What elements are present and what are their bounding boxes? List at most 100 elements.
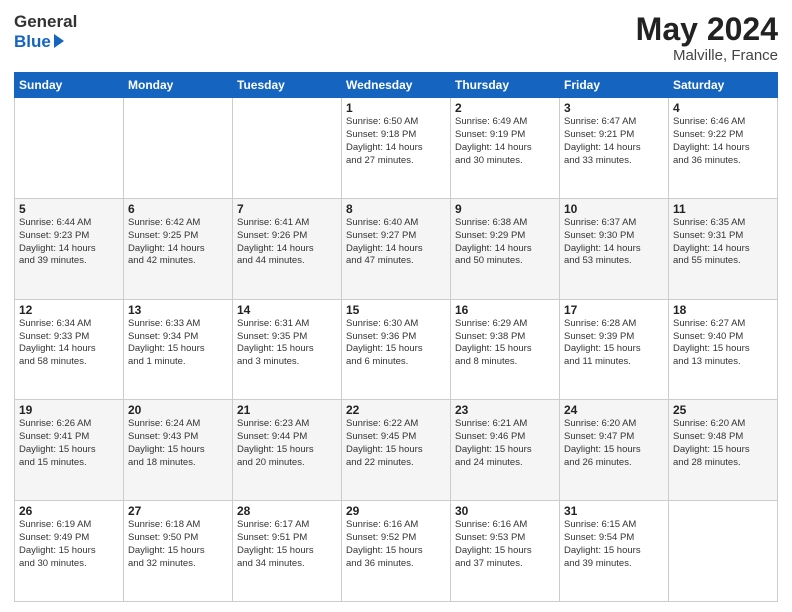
logo-blue: Blue <box>14 32 51 52</box>
day-info: Sunrise: 6:46 AM Sunset: 9:22 PM Dayligh… <box>673 116 773 167</box>
day-number: 3 <box>564 101 664 115</box>
calendar-cell <box>15 98 124 199</box>
day-info: Sunrise: 6:40 AM Sunset: 9:27 PM Dayligh… <box>346 217 446 268</box>
day-info: Sunrise: 6:16 AM Sunset: 9:52 PM Dayligh… <box>346 519 446 570</box>
calendar-cell: 13Sunrise: 6:33 AM Sunset: 9:34 PM Dayli… <box>124 299 233 400</box>
day-info: Sunrise: 6:38 AM Sunset: 9:29 PM Dayligh… <box>455 217 555 268</box>
logo: General Blue <box>14 12 77 51</box>
calendar-cell: 11Sunrise: 6:35 AM Sunset: 9:31 PM Dayli… <box>669 198 778 299</box>
day-number: 13 <box>128 303 228 317</box>
day-info: Sunrise: 6:50 AM Sunset: 9:18 PM Dayligh… <box>346 116 446 167</box>
calendar-body: 1Sunrise: 6:50 AM Sunset: 9:18 PM Daylig… <box>15 98 778 602</box>
page: General Blue May 2024 Malville, France S… <box>0 0 792 612</box>
calendar-cell: 2Sunrise: 6:49 AM Sunset: 9:19 PM Daylig… <box>451 98 560 199</box>
day-info: Sunrise: 6:27 AM Sunset: 9:40 PM Dayligh… <box>673 318 773 369</box>
day-number: 6 <box>128 202 228 216</box>
calendar-cell: 28Sunrise: 6:17 AM Sunset: 9:51 PM Dayli… <box>233 501 342 602</box>
day-number: 5 <box>19 202 119 216</box>
calendar-cell: 14Sunrise: 6:31 AM Sunset: 9:35 PM Dayli… <box>233 299 342 400</box>
day-info: Sunrise: 6:23 AM Sunset: 9:44 PM Dayligh… <box>237 418 337 469</box>
calendar-week-3: 12Sunrise: 6:34 AM Sunset: 9:33 PM Dayli… <box>15 299 778 400</box>
day-number: 31 <box>564 504 664 518</box>
day-number: 24 <box>564 403 664 417</box>
calendar-cell: 29Sunrise: 6:16 AM Sunset: 9:52 PM Dayli… <box>342 501 451 602</box>
calendar-cell: 30Sunrise: 6:16 AM Sunset: 9:53 PM Dayli… <box>451 501 560 602</box>
day-number: 16 <box>455 303 555 317</box>
day-number: 18 <box>673 303 773 317</box>
calendar-cell: 6Sunrise: 6:42 AM Sunset: 9:25 PM Daylig… <box>124 198 233 299</box>
calendar-cell: 26Sunrise: 6:19 AM Sunset: 9:49 PM Dayli… <box>15 501 124 602</box>
day-number: 4 <box>673 101 773 115</box>
calendar-cell: 1Sunrise: 6:50 AM Sunset: 9:18 PM Daylig… <box>342 98 451 199</box>
day-info: Sunrise: 6:33 AM Sunset: 9:34 PM Dayligh… <box>128 318 228 369</box>
calendar-cell: 20Sunrise: 6:24 AM Sunset: 9:43 PM Dayli… <box>124 400 233 501</box>
weekday-header-friday: Friday <box>560 73 669 98</box>
day-number: 8 <box>346 202 446 216</box>
calendar-cell: 15Sunrise: 6:30 AM Sunset: 9:36 PM Dayli… <box>342 299 451 400</box>
day-number: 14 <box>237 303 337 317</box>
day-number: 1 <box>346 101 446 115</box>
day-info: Sunrise: 6:24 AM Sunset: 9:43 PM Dayligh… <box>128 418 228 469</box>
day-info: Sunrise: 6:42 AM Sunset: 9:25 PM Dayligh… <box>128 217 228 268</box>
day-info: Sunrise: 6:19 AM Sunset: 9:49 PM Dayligh… <box>19 519 119 570</box>
weekday-header-thursday: Thursday <box>451 73 560 98</box>
calendar-cell: 4Sunrise: 6:46 AM Sunset: 9:22 PM Daylig… <box>669 98 778 199</box>
calendar-cell: 17Sunrise: 6:28 AM Sunset: 9:39 PM Dayli… <box>560 299 669 400</box>
calendar-cell <box>233 98 342 199</box>
calendar-title: May 2024 <box>636 12 778 47</box>
calendar-cell: 5Sunrise: 6:44 AM Sunset: 9:23 PM Daylig… <box>15 198 124 299</box>
calendar-table: SundayMondayTuesdayWednesdayThursdayFrid… <box>14 72 778 602</box>
day-number: 11 <box>673 202 773 216</box>
calendar-week-5: 26Sunrise: 6:19 AM Sunset: 9:49 PM Dayli… <box>15 501 778 602</box>
title-block: May 2024 Malville, France <box>636 12 778 64</box>
day-info: Sunrise: 6:18 AM Sunset: 9:50 PM Dayligh… <box>128 519 228 570</box>
weekday-header-wednesday: Wednesday <box>342 73 451 98</box>
day-number: 23 <box>455 403 555 417</box>
day-info: Sunrise: 6:29 AM Sunset: 9:38 PM Dayligh… <box>455 318 555 369</box>
day-number: 26 <box>19 504 119 518</box>
calendar-cell: 12Sunrise: 6:34 AM Sunset: 9:33 PM Dayli… <box>15 299 124 400</box>
day-number: 12 <box>19 303 119 317</box>
calendar-location: Malville, France <box>636 47 778 64</box>
day-info: Sunrise: 6:41 AM Sunset: 9:26 PM Dayligh… <box>237 217 337 268</box>
day-info: Sunrise: 6:20 AM Sunset: 9:48 PM Dayligh… <box>673 418 773 469</box>
day-info: Sunrise: 6:26 AM Sunset: 9:41 PM Dayligh… <box>19 418 119 469</box>
day-number: 9 <box>455 202 555 216</box>
day-number: 19 <box>19 403 119 417</box>
day-info: Sunrise: 6:15 AM Sunset: 9:54 PM Dayligh… <box>564 519 664 570</box>
weekday-header-tuesday: Tuesday <box>233 73 342 98</box>
header: General Blue May 2024 Malville, France <box>14 12 778 64</box>
day-info: Sunrise: 6:17 AM Sunset: 9:51 PM Dayligh… <box>237 519 337 570</box>
day-number: 29 <box>346 504 446 518</box>
calendar-cell <box>124 98 233 199</box>
day-number: 15 <box>346 303 446 317</box>
calendar-week-4: 19Sunrise: 6:26 AM Sunset: 9:41 PM Dayli… <box>15 400 778 501</box>
calendar-cell: 19Sunrise: 6:26 AM Sunset: 9:41 PM Dayli… <box>15 400 124 501</box>
day-number: 7 <box>237 202 337 216</box>
day-number: 10 <box>564 202 664 216</box>
day-number: 25 <box>673 403 773 417</box>
calendar-cell: 25Sunrise: 6:20 AM Sunset: 9:48 PM Dayli… <box>669 400 778 501</box>
logo-arrow-icon <box>54 34 64 48</box>
calendar-cell: 10Sunrise: 6:37 AM Sunset: 9:30 PM Dayli… <box>560 198 669 299</box>
calendar-cell: 8Sunrise: 6:40 AM Sunset: 9:27 PM Daylig… <box>342 198 451 299</box>
calendar-cell: 21Sunrise: 6:23 AM Sunset: 9:44 PM Dayli… <box>233 400 342 501</box>
day-number: 30 <box>455 504 555 518</box>
calendar-header: SundayMondayTuesdayWednesdayThursdayFrid… <box>15 73 778 98</box>
day-info: Sunrise: 6:49 AM Sunset: 9:19 PM Dayligh… <box>455 116 555 167</box>
calendar-cell: 31Sunrise: 6:15 AM Sunset: 9:54 PM Dayli… <box>560 501 669 602</box>
calendar-cell: 27Sunrise: 6:18 AM Sunset: 9:50 PM Dayli… <box>124 501 233 602</box>
calendar-cell: 24Sunrise: 6:20 AM Sunset: 9:47 PM Dayli… <box>560 400 669 501</box>
calendar-cell: 16Sunrise: 6:29 AM Sunset: 9:38 PM Dayli… <box>451 299 560 400</box>
day-info: Sunrise: 6:28 AM Sunset: 9:39 PM Dayligh… <box>564 318 664 369</box>
day-info: Sunrise: 6:34 AM Sunset: 9:33 PM Dayligh… <box>19 318 119 369</box>
calendar-cell: 3Sunrise: 6:47 AM Sunset: 9:21 PM Daylig… <box>560 98 669 199</box>
day-number: 2 <box>455 101 555 115</box>
calendar-cell: 22Sunrise: 6:22 AM Sunset: 9:45 PM Dayli… <box>342 400 451 501</box>
weekday-header-saturday: Saturday <box>669 73 778 98</box>
weekday-header-monday: Monday <box>124 73 233 98</box>
day-info: Sunrise: 6:35 AM Sunset: 9:31 PM Dayligh… <box>673 217 773 268</box>
day-info: Sunrise: 6:21 AM Sunset: 9:46 PM Dayligh… <box>455 418 555 469</box>
calendar-cell: 7Sunrise: 6:41 AM Sunset: 9:26 PM Daylig… <box>233 198 342 299</box>
calendar-cell: 23Sunrise: 6:21 AM Sunset: 9:46 PM Dayli… <box>451 400 560 501</box>
